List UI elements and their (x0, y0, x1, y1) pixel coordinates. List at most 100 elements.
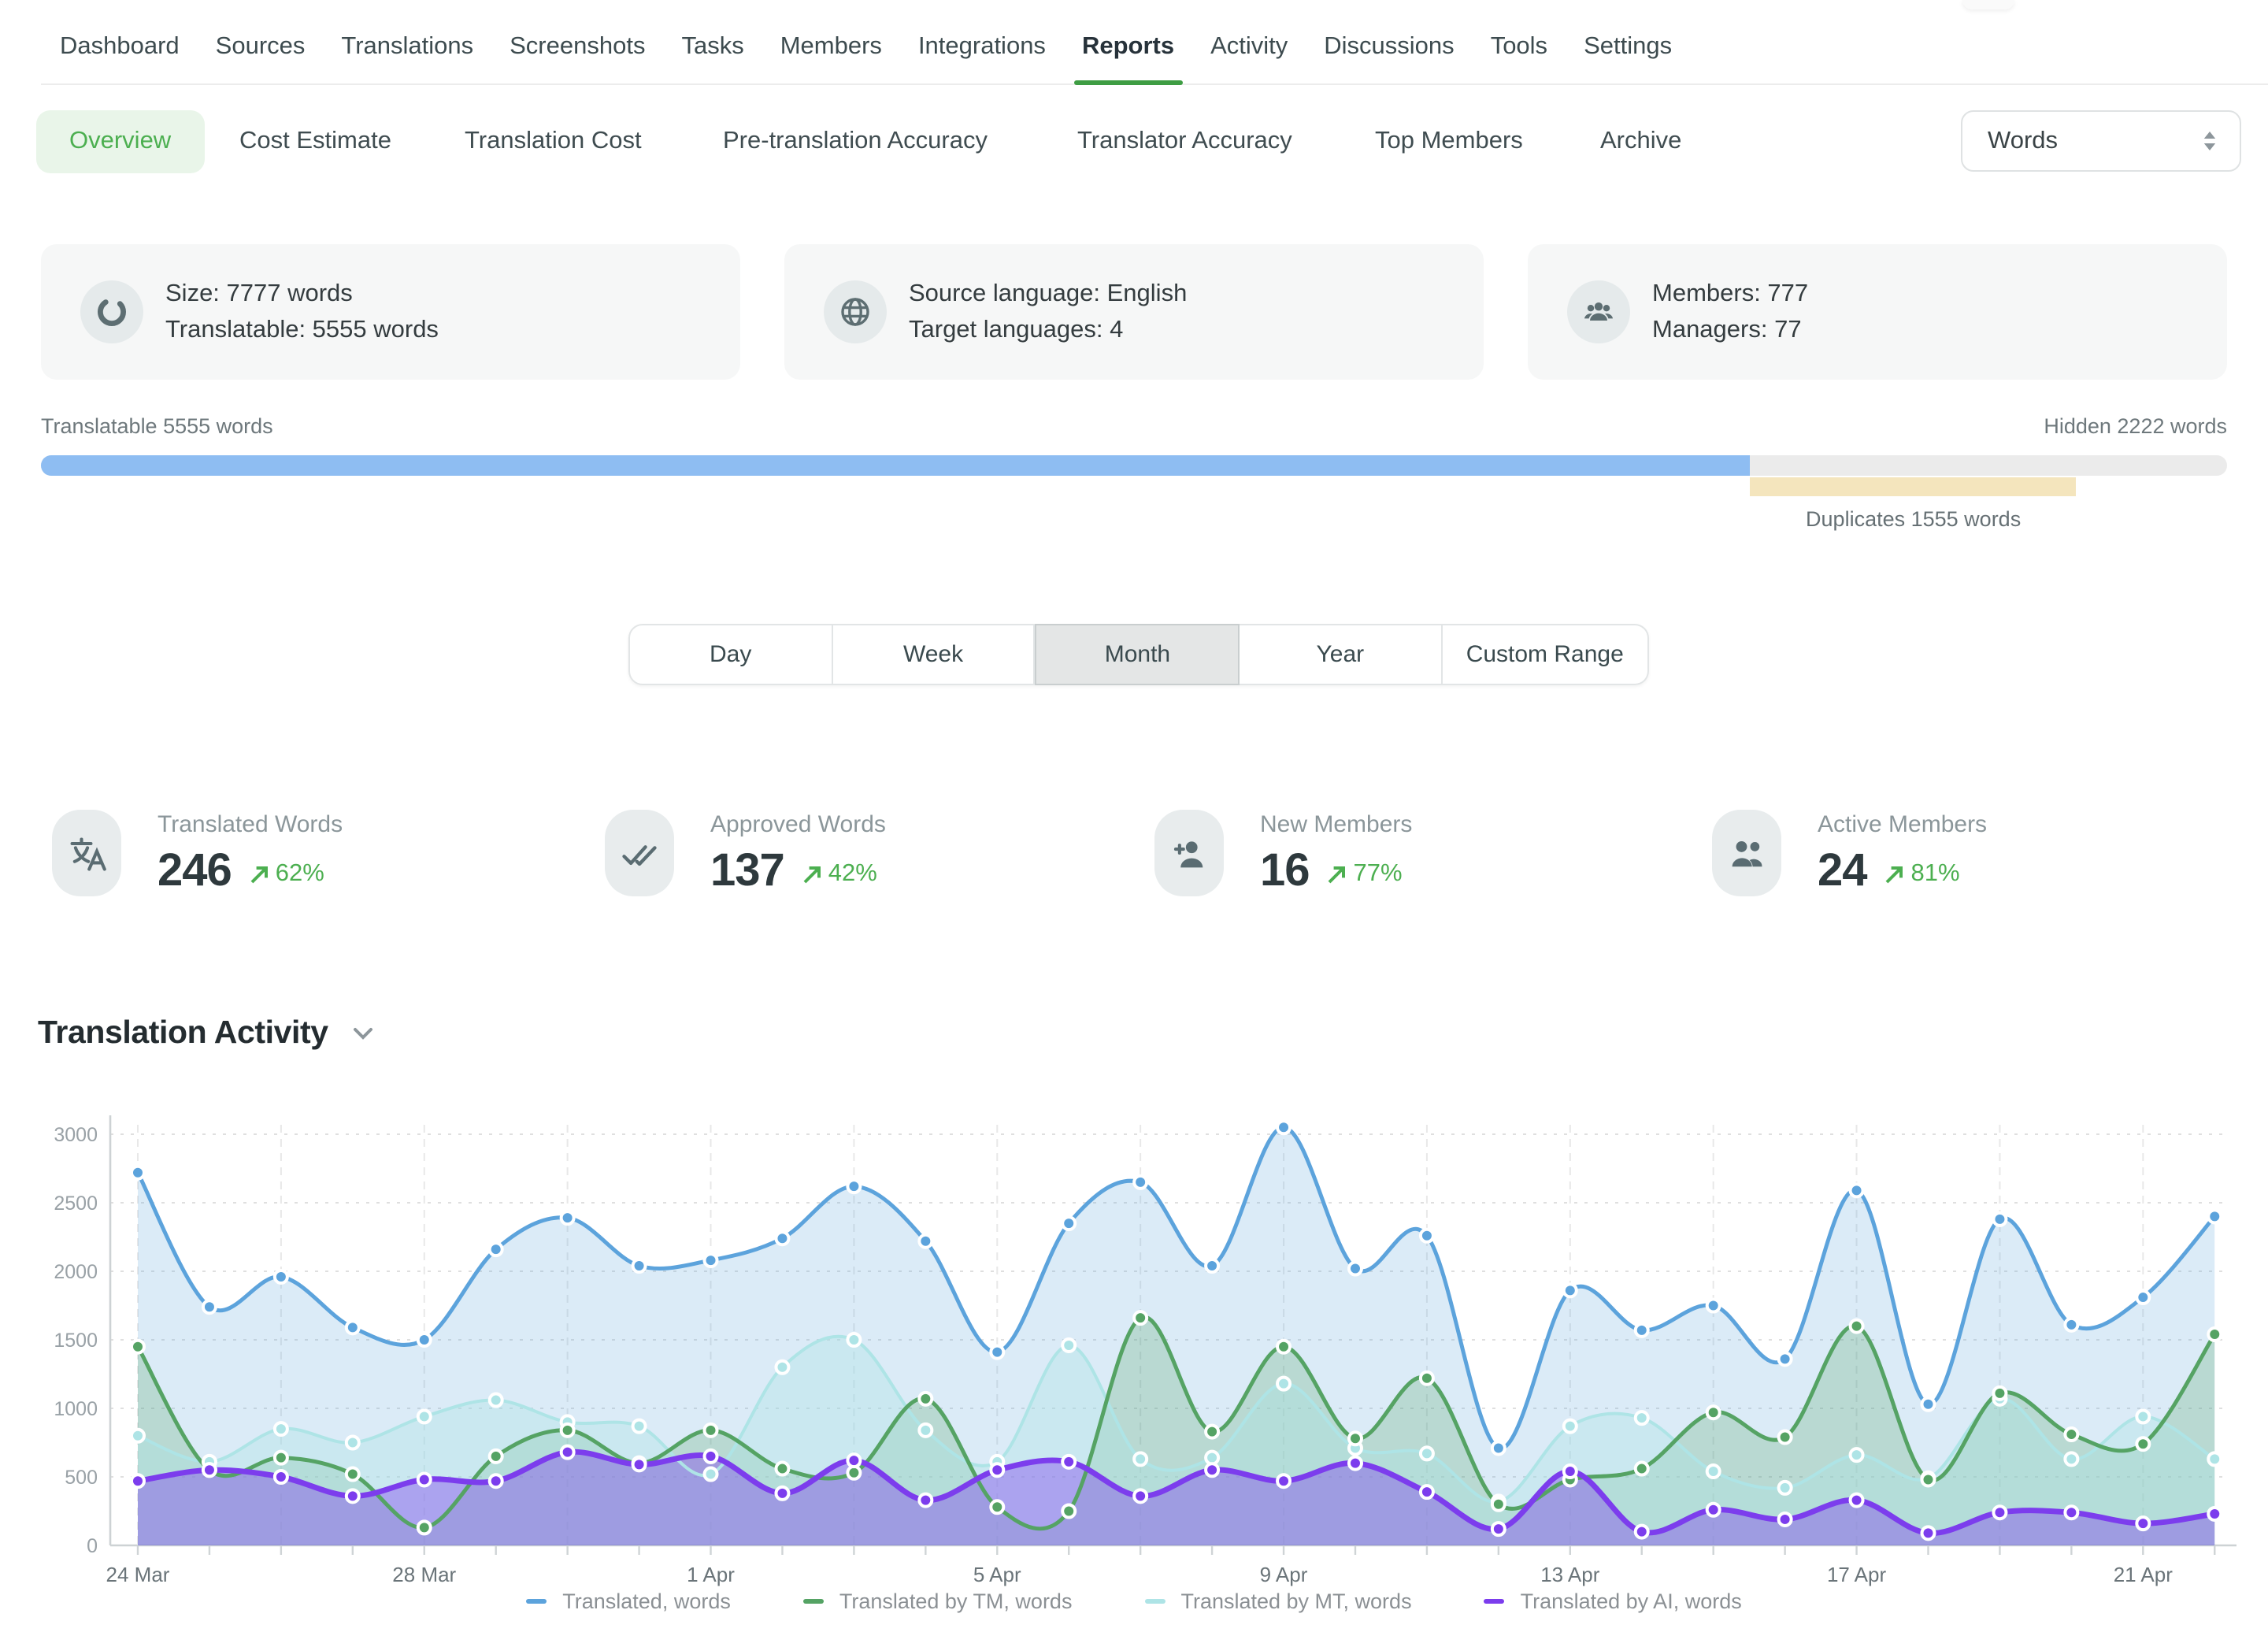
nav-activity[interactable]: Activity (1210, 9, 1288, 85)
nav-members[interactable]: Members (780, 9, 882, 85)
legend-translated[interactable]: Translated, words (526, 1590, 731, 1613)
chart-svg: 05001000150020002500300024 Mar28 Mar1 Ap… (0, 1103, 2268, 1594)
source-language-line: Source language: English (909, 276, 1187, 312)
stat-delta: 81% (1884, 860, 1960, 888)
report-tabs-bar: Overview Cost Estimate Translation Cost … (0, 85, 2268, 198)
translatable-label: Translatable 5555 words (41, 414, 273, 438)
nav-tasks[interactable]: Tasks (681, 9, 743, 85)
legend-translated-tm[interactable]: Translated by TM, words (803, 1590, 1073, 1613)
target-languages-line: Target languages: 4 (909, 312, 1187, 348)
duplicates-bar (1751, 477, 2077, 496)
nav-integrations[interactable]: Integrations (918, 9, 1046, 85)
svg-text:9 Apr: 9 Apr (1260, 1563, 1308, 1586)
legend-swatch-green (803, 1599, 824, 1604)
nav-sources[interactable]: Sources (216, 9, 306, 85)
tab-archive[interactable]: Archive (1600, 110, 1681, 173)
legend-translated-mt[interactable]: Translated by MT, words (1144, 1590, 1411, 1613)
select-arrows-icon (2202, 129, 2218, 153)
svg-text:1 Apr: 1 Apr (687, 1563, 735, 1586)
legend-swatch-cyan (1144, 1599, 1165, 1604)
size-card: Size: 7777 words Translatable: 5555 word… (41, 244, 740, 380)
approved-words-stat: Approved Words 137 42% (605, 810, 886, 898)
translate-icon (52, 810, 121, 896)
translation-activity-header: Translation Activity (38, 1015, 376, 1052)
range-week[interactable]: Week (832, 624, 1035, 685)
translatable-progress-fill (41, 455, 1751, 476)
hidden-label: Hidden 2222 words (2044, 414, 2227, 438)
reports-page: Dashboard Sources Translations Screensho… (0, 0, 2268, 1647)
tab-top-members[interactable]: Top Members (1375, 110, 1523, 173)
people-icon (1712, 810, 1781, 896)
duplicates-indicator: Duplicates 1555 words (41, 477, 2227, 540)
nav-dashboard[interactable]: Dashboard (60, 9, 180, 85)
cutoff-popover-remnant (1962, 0, 2014, 9)
svg-text:0: 0 (87, 1535, 98, 1557)
nav-tools[interactable]: Tools (1491, 9, 1547, 85)
date-range-tabs: Day Week Month Year Custom Range (628, 624, 1649, 685)
top-navigation: Dashboard Sources Translations Screensho… (0, 0, 2268, 85)
svg-text:28 Mar: 28 Mar (392, 1563, 456, 1586)
units-select-value: Words (1988, 127, 2202, 155)
stat-delta: 77% (1327, 860, 1403, 888)
svg-text:3000: 3000 (54, 1124, 98, 1146)
person-add-icon (1154, 810, 1224, 896)
svg-text:2500: 2500 (54, 1193, 98, 1215)
duplicates-label: Duplicates 1555 words (1806, 507, 2021, 531)
stat-label: Active Members (1818, 811, 1987, 838)
nav-translations[interactable]: Translations (341, 9, 473, 85)
active-members-stat: Active Members 24 81% (1712, 810, 1987, 898)
svg-text:500: 500 (65, 1467, 98, 1489)
legend-swatch-purple (1484, 1599, 1505, 1604)
svg-text:21 Apr: 21 Apr (2114, 1563, 2174, 1586)
summary-cards: Size: 7777 words Translatable: 5555 word… (41, 244, 2227, 380)
tab-cost-estimate[interactable]: Cost Estimate (239, 110, 391, 173)
new-members-stat: New Members 16 77% (1154, 810, 1412, 898)
stat-value: 16 (1260, 846, 1310, 898)
stat-delta: 62% (249, 860, 324, 888)
managers-line: Managers: 77 (1652, 312, 1808, 348)
svg-text:17 Apr: 17 Apr (1827, 1563, 1887, 1586)
stat-label: New Members (1260, 811, 1412, 838)
units-select[interactable]: Words (1961, 110, 2241, 172)
stat-value: 24 (1818, 846, 1867, 898)
tab-translation-cost[interactable]: Translation Cost (465, 110, 642, 173)
members-card: Members: 777 Managers: 77 (1528, 244, 2227, 380)
svg-text:5 Apr: 5 Apr (973, 1563, 1021, 1586)
stat-value: 137 (710, 846, 784, 898)
section-title: Translation Activity (38, 1015, 328, 1052)
svg-text:24 Mar: 24 Mar (106, 1563, 170, 1586)
svg-text:1500: 1500 (54, 1330, 98, 1352)
range-year[interactable]: Year (1240, 624, 1442, 685)
nav-screenshots[interactable]: Screenshots (510, 9, 645, 85)
nav-settings[interactable]: Settings (1584, 9, 1672, 85)
size-line: Size: 7777 words (165, 276, 439, 312)
language-card: Source language: English Target language… (784, 244, 1484, 380)
tab-pretranslation-accuracy[interactable]: Pre-translation Accuracy (723, 110, 988, 173)
tab-overview-active[interactable]: Overview (36, 110, 204, 173)
tab-translator-accuracy[interactable]: Translator Accuracy (1077, 110, 1292, 173)
nav-reports-active[interactable]: Reports (1082, 9, 1174, 85)
chart-legend: Translated, words Translated by TM, word… (0, 1590, 2268, 1613)
legend-translated-ai[interactable]: Translated by AI, words (1484, 1590, 1742, 1613)
double-check-icon (605, 810, 674, 896)
translation-activity-chart: 05001000150020002500300024 Mar28 Mar1 Ap… (0, 1103, 2268, 1594)
stat-value: 246 (158, 846, 232, 898)
translated-words-stat: Translated Words 246 62% (52, 810, 343, 898)
chevron-down-icon[interactable] (352, 1026, 376, 1041)
globe-icon (824, 280, 887, 343)
range-custom[interactable]: Custom Range (1443, 624, 1650, 685)
progress-labels: Translatable 5555 words Hidden 2222 word… (41, 414, 2227, 438)
svg-text:13 Apr: 13 Apr (1540, 1563, 1600, 1586)
range-month-active[interactable]: Month (1036, 624, 1240, 685)
words-progress-track (41, 455, 2227, 476)
stat-label: Approved Words (710, 811, 886, 838)
members-line: Members: 777 (1652, 276, 1808, 312)
stat-delta: 42% (802, 860, 877, 888)
translatable-line: Translatable: 5555 words (165, 312, 439, 348)
svg-text:2000: 2000 (54, 1261, 98, 1283)
nav-discussions[interactable]: Discussions (1324, 9, 1454, 85)
range-day[interactable]: Day (628, 624, 832, 685)
legend-swatch-blue (526, 1599, 547, 1604)
progress-ring-icon (80, 280, 143, 343)
members-group-icon (1567, 280, 1630, 343)
